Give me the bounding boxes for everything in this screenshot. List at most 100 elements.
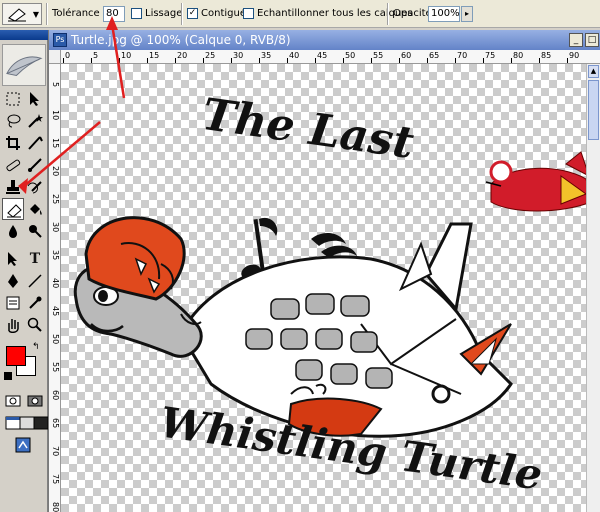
pen-icon xyxy=(8,274,18,288)
standard-mode-button[interactable] xyxy=(2,390,24,412)
crop-tool[interactable] xyxy=(2,132,24,154)
tool-preset-picker[interactable]: ▼ xyxy=(2,3,42,25)
vertical-ruler[interactable]: 5 10 15 20 25 30 35 40 45 50 55 60 65 70 75 80 xyxy=(49,64,61,512)
move-icon xyxy=(30,92,39,106)
background-eraser-tool[interactable] xyxy=(2,198,24,220)
pen-tool[interactable] xyxy=(2,270,24,292)
ruler-tick-label: 80 xyxy=(51,502,60,512)
hand-tool[interactable] xyxy=(2,314,24,336)
notes-icon xyxy=(6,296,20,310)
notes-tool[interactable] xyxy=(2,292,24,314)
quickmask-mode-button[interactable] xyxy=(24,390,46,412)
document-title: Turtle.jpg @ 100% (Calque 0, RVB/8) xyxy=(71,33,291,47)
opacity-dropdown-arrow[interactable]: ▸ xyxy=(461,6,473,22)
ruler-tick-label: 35 xyxy=(51,250,60,261)
foreground-color-swatch[interactable] xyxy=(6,346,26,366)
ruler-tick xyxy=(399,58,400,63)
type-tool[interactable]: T xyxy=(24,248,46,270)
toolbox-titlebar[interactable] xyxy=(0,30,48,40)
ruler-tick-label: 20 xyxy=(177,51,188,60)
ruler-tick xyxy=(539,58,540,63)
zoom-tool[interactable] xyxy=(24,314,46,336)
separator xyxy=(46,3,48,25)
ruler-tick-label: 55 xyxy=(51,362,60,373)
ruler-tick xyxy=(203,58,204,63)
contiguous-checkbox[interactable]: ✓ xyxy=(187,8,198,19)
swap-colors-icon[interactable]: ↰ xyxy=(32,342,40,352)
healing-tool[interactable] xyxy=(2,154,24,176)
ruler-tick-label: 75 xyxy=(485,51,496,60)
ruler-tick xyxy=(371,58,372,63)
image-canvas[interactable]: The Last Whistling Turtle xyxy=(61,64,600,512)
vertical-scrollbar[interactable]: ▲ xyxy=(586,64,600,512)
ruler-tick xyxy=(455,58,456,63)
line-tool[interactable] xyxy=(24,270,46,292)
ruler-tick-label: 90 xyxy=(569,51,580,60)
blur-icon xyxy=(9,225,17,238)
ruler-tick-label: 50 xyxy=(345,51,356,60)
marquee-tool[interactable] xyxy=(2,88,24,110)
ruler-tick-label: 45 xyxy=(317,51,328,60)
eyedropper-tool[interactable] xyxy=(24,292,46,314)
window-icon xyxy=(33,416,49,430)
paint-bucket-tool[interactable] xyxy=(24,198,46,220)
adobe-feather-logo[interactable] xyxy=(2,44,46,86)
tolerance-label: Tolérance : xyxy=(52,8,107,19)
ruler-tick-label: 20 xyxy=(51,166,60,177)
document-titlebar[interactable]: Ps Turtle.jpg @ 100% (Calque 0, RVB/8) _… xyxy=(49,30,600,50)
lasso-icon xyxy=(7,114,21,128)
path-select-icon xyxy=(8,252,17,266)
tolerance-input[interactable]: 80 xyxy=(103,6,125,22)
separator xyxy=(387,3,389,25)
ruler-tick-label: 40 xyxy=(289,51,300,60)
line-icon xyxy=(28,274,42,288)
ruler-tick xyxy=(91,58,92,63)
ruler-tick xyxy=(427,58,428,63)
dodge-tool[interactable] xyxy=(24,220,46,242)
sample-all-layers-label: Echantillonner tous les calques xyxy=(257,8,413,19)
ruler-tick-label: 15 xyxy=(51,138,60,149)
ruler-tick-label: 5 xyxy=(51,82,60,88)
horizontal-ruler[interactable]: 0 5 10 15 20 25 30 35 40 45 50 55 60 65 70 75 80 85 90 xyxy=(61,50,600,64)
move-tool[interactable] xyxy=(24,88,46,110)
chevron-down-icon: ▼ xyxy=(32,10,39,19)
sample-all-layers-checkbox[interactable] xyxy=(243,8,254,19)
ruler-tick xyxy=(147,58,148,63)
brush-tool[interactable] xyxy=(24,154,46,176)
slice-tool[interactable] xyxy=(24,132,46,154)
ruler-tick xyxy=(287,58,288,63)
contiguous-label: Contigué xyxy=(201,8,246,19)
marquee-icon xyxy=(6,92,20,106)
ruler-tick-label: 30 xyxy=(51,222,60,233)
default-colors-icon[interactable] xyxy=(4,372,12,380)
imageready-icon xyxy=(15,437,31,453)
healing-icon xyxy=(6,159,21,172)
minimize-button[interactable]: _ xyxy=(569,33,583,47)
maximize-button[interactable]: □ xyxy=(585,33,599,47)
jump-to-imageready-button[interactable] xyxy=(12,434,34,456)
history-brush-tool[interactable] xyxy=(24,176,46,198)
ruler-tick-label: 85 xyxy=(541,51,552,60)
history-brush-icon xyxy=(27,181,42,194)
ruler-tick-label: 65 xyxy=(429,51,440,60)
ruler-tick-label: 70 xyxy=(457,51,468,60)
scrollbar-thumb[interactable] xyxy=(588,80,599,140)
ruler-tick-label: 50 xyxy=(51,334,60,345)
blur-tool[interactable] xyxy=(2,220,24,242)
ruler-tick xyxy=(343,58,344,63)
ruler-tick-label: 75 xyxy=(51,474,60,485)
ruler-tick-label: 15 xyxy=(149,51,160,60)
path-selection-tool[interactable] xyxy=(2,248,24,270)
scroll-up-arrow[interactable]: ▲ xyxy=(588,65,599,78)
ruler-origin[interactable] xyxy=(49,50,61,64)
ruler-tick xyxy=(315,58,316,63)
ruler-tick-label: 10 xyxy=(121,51,132,60)
opacity-input[interactable]: 100% xyxy=(428,6,460,22)
background-eraser-icon xyxy=(7,204,22,218)
antialias-checkbox[interactable] xyxy=(131,8,142,19)
stamp-tool[interactable] xyxy=(2,176,24,198)
ruler-tick-label: 0 xyxy=(65,51,71,60)
lasso-tool[interactable] xyxy=(2,110,24,132)
magic-wand-tool[interactable] xyxy=(24,110,46,132)
dodge-icon xyxy=(29,225,42,238)
